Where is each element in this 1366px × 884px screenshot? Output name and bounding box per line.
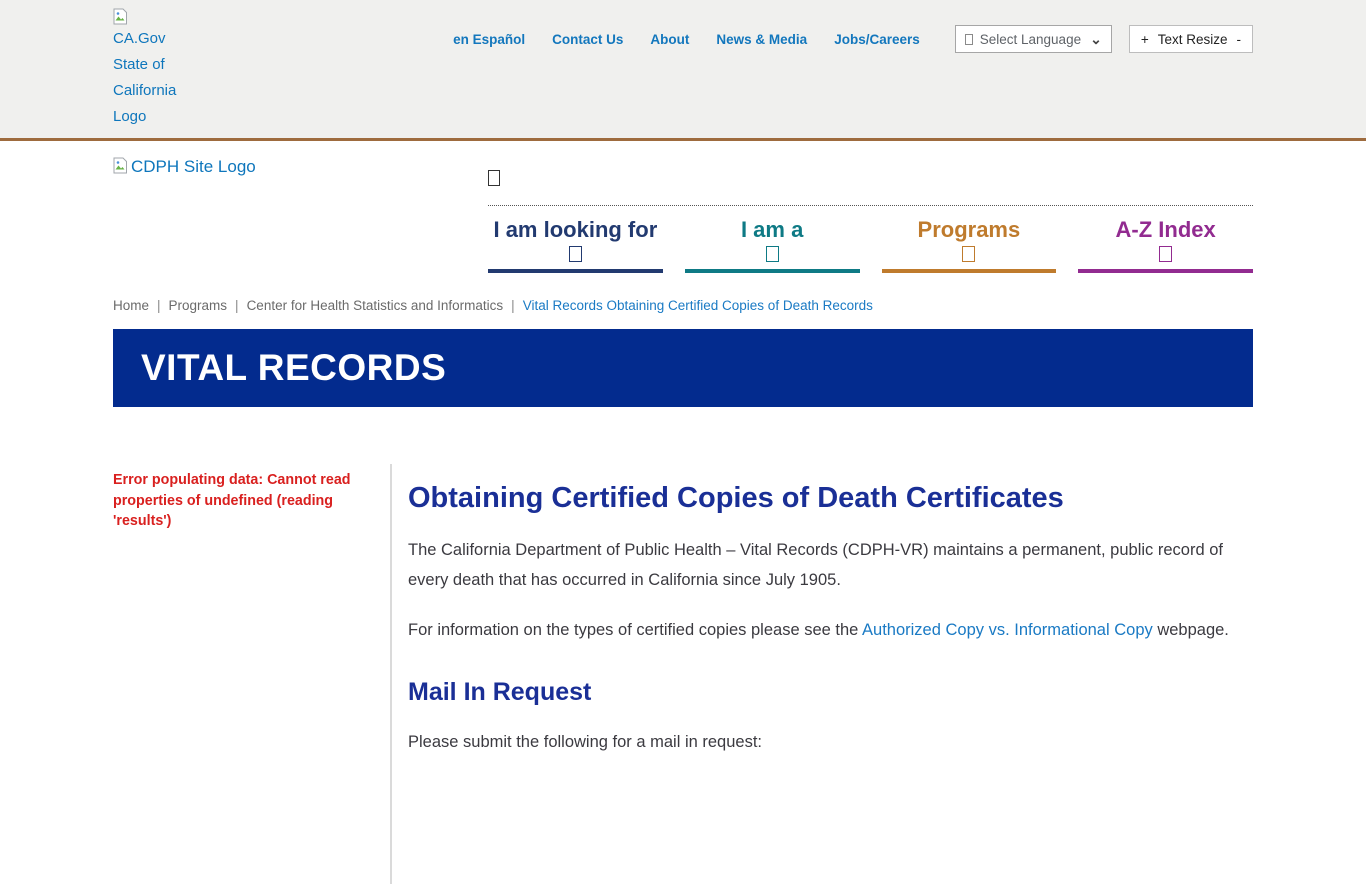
chevron-down-icon: ⌄	[1090, 31, 1102, 48]
text-resize-increase-button[interactable]: +	[1141, 32, 1149, 47]
header-nav-area: I am looking for I am a Programs A-Z Ind…	[488, 154, 1253, 273]
cagov-logo-alt-text: CA.Gov State of California Logo	[113, 30, 176, 125]
sidebar-error-message: Error populating data: Cannot read prope…	[113, 470, 363, 532]
nav-link-jobs-careers[interactable]: Jobs/Careers	[834, 32, 920, 47]
tab-label: I am looking for	[488, 217, 663, 243]
tab-programs[interactable]: Programs	[882, 206, 1057, 273]
language-select-dropdown[interactable]: Select Language ⌄	[955, 25, 1112, 53]
info-paragraph: For information on the types of certifie…	[408, 616, 1253, 646]
text-resize-label: Text Resize	[1158, 32, 1228, 47]
nav-link-contact-us[interactable]: Contact Us	[552, 32, 623, 47]
utility-nav: en Español Contact Us About News & Media…	[453, 32, 920, 47]
text-resize-control: + Text Resize -	[1129, 25, 1253, 53]
tab-label: I am a	[685, 217, 860, 243]
breadcrumb-item-current[interactable]: Vital Records Obtaining Certified Copies…	[523, 298, 873, 313]
broken-image-icon	[113, 8, 128, 26]
nav-link-about[interactable]: About	[650, 32, 689, 47]
utility-bar: CA.Gov State of California Logo en Españ…	[0, 0, 1366, 141]
page-title: Obtaining Certified Copies of Death Cert…	[408, 482, 1253, 515]
main-content: Obtaining Certified Copies of Death Cert…	[390, 464, 1253, 884]
left-sidebar: Error populating data: Cannot read prope…	[113, 464, 390, 884]
nav-link-news-media[interactable]: News & Media	[716, 32, 807, 47]
breadcrumb-separator: |	[149, 298, 169, 313]
breadcrumb-separator: |	[503, 298, 523, 313]
main-nav-tabs: I am looking for I am a Programs A-Z Ind…	[488, 206, 1253, 273]
breadcrumb: Home|Programs|Center for Health Statisti…	[113, 289, 1253, 321]
broken-image-icon	[113, 157, 128, 175]
content-area: Error populating data: Cannot read prope…	[113, 464, 1253, 884]
search-icon[interactable]	[488, 170, 500, 186]
info-paragraph-text: webpage.	[1153, 621, 1229, 639]
intro-paragraph: The California Department of Public Heal…	[408, 536, 1253, 595]
chevron-down-icon	[766, 246, 779, 262]
language-select-label: Select Language	[980, 32, 1081, 47]
cagov-logo-link[interactable]: CA.Gov State of California Logo	[113, 8, 183, 130]
tab-a-z-index[interactable]: A-Z Index	[1078, 206, 1253, 273]
breadcrumb-item-programs[interactable]: Programs	[169, 298, 228, 313]
banner-title: VITAL RECORDS	[141, 347, 446, 389]
page-banner: VITAL RECORDS	[113, 329, 1253, 407]
tab-i-am-a[interactable]: I am a	[685, 206, 860, 273]
breadcrumb-item-home[interactable]: Home	[113, 298, 149, 313]
site-header: CDPH Site Logo I am looking for I am a P…	[0, 141, 1366, 289]
mail-in-request-heading: Mail In Request	[408, 678, 1253, 707]
chevron-down-icon	[962, 246, 975, 262]
chevron-down-icon	[569, 246, 582, 262]
chevron-down-icon	[1159, 246, 1172, 262]
cdph-logo-link[interactable]: CDPH Site Logo	[113, 157, 256, 179]
info-paragraph-text: For information on the types of certifie…	[408, 621, 862, 639]
mail-in-instructions: Please submit the following for a mail i…	[408, 728, 1253, 758]
nav-link-en-espanol[interactable]: en Español	[453, 32, 525, 47]
cdph-logo-alt-text: CDPH Site Logo	[131, 157, 256, 177]
authorized-copy-link[interactable]: Authorized Copy vs. Informational Copy	[862, 621, 1153, 639]
language-icon	[965, 34, 973, 45]
text-resize-decrease-button[interactable]: -	[1237, 32, 1242, 47]
tab-label: A-Z Index	[1078, 217, 1253, 243]
breadcrumb-item-chsi[interactable]: Center for Health Statistics and Informa…	[247, 298, 504, 313]
tab-i-am-looking-for[interactable]: I am looking for	[488, 206, 663, 273]
breadcrumb-separator: |	[227, 298, 247, 313]
tab-label: Programs	[882, 217, 1057, 243]
